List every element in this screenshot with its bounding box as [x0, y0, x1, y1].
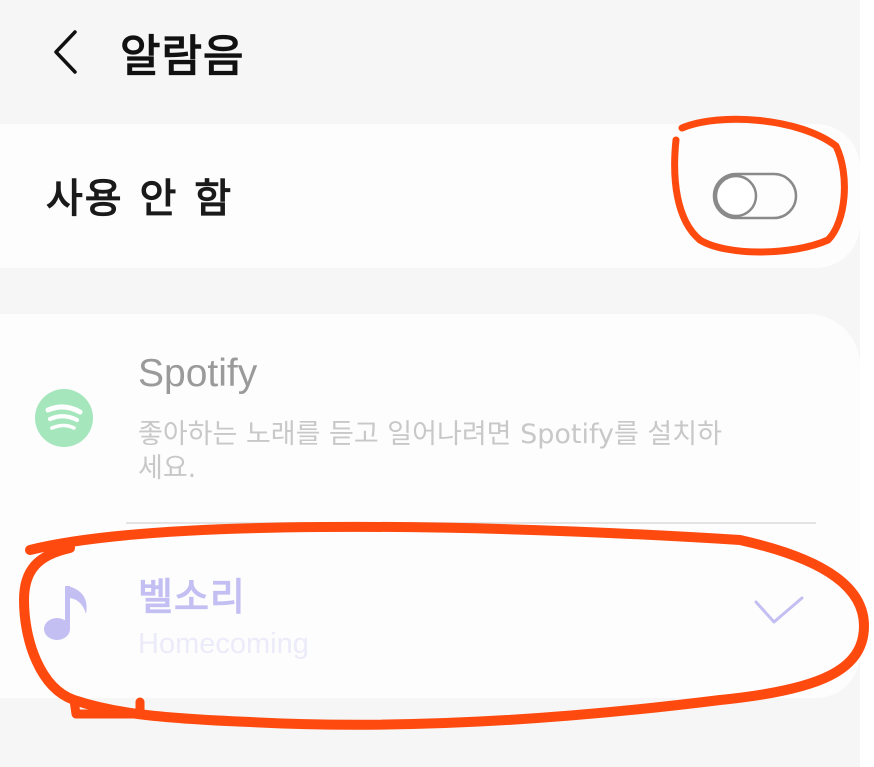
ringtone-option-title[interactable]: 벨소리	[138, 566, 246, 621]
alarm-sound-list	[0, 314, 860, 698]
header: 알람음	[0, 0, 860, 110]
spotify-icon	[34, 388, 94, 448]
list-divider	[126, 522, 816, 524]
spotify-option-description: 좋아하는 노래를 듣고 일어나려면 Spotify를 설치하세요.	[138, 419, 722, 484]
back-button[interactable]	[38, 22, 94, 82]
chevron-left-icon	[54, 30, 77, 74]
music-note-icon	[40, 580, 94, 644]
off-option-label: 사용 안 함	[46, 176, 234, 222]
check-icon	[752, 594, 806, 630]
spotify-option-title[interactable]: Spotify	[138, 352, 257, 396]
page-title: 알람음	[120, 31, 245, 82]
off-toggle-switch[interactable]	[712, 170, 798, 222]
toggle-switch-icon	[712, 172, 798, 220]
right-edge-strip	[860, 0, 874, 767]
ringtone-annotation-tail	[69, 695, 145, 719]
ringtone-option-subtitle: Homecoming	[138, 628, 309, 660]
